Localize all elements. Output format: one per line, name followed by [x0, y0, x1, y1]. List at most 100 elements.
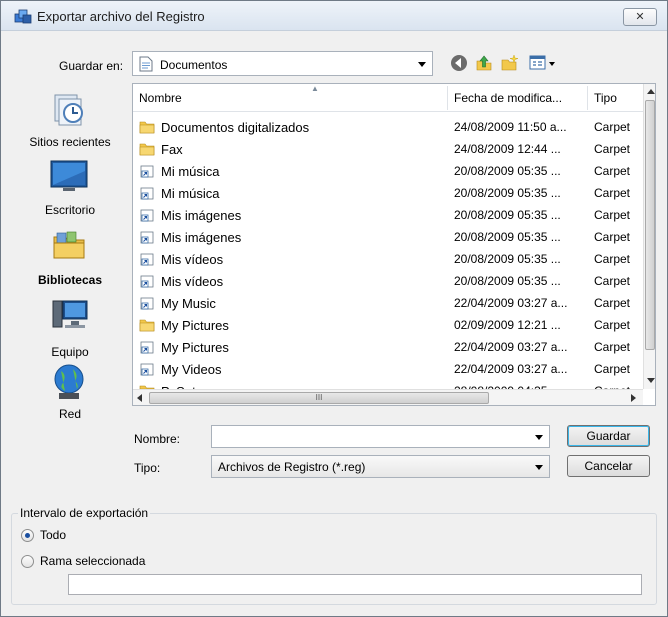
scroll-left-icon[interactable] — [137, 394, 142, 402]
column-divider[interactable] — [587, 86, 588, 110]
radio-all-label[interactable]: Todo — [40, 528, 66, 542]
file-type: Carpet — [594, 318, 631, 332]
file-name: Mi música — [161, 164, 220, 179]
shortcut-icon — [140, 297, 154, 310]
shortcut-icon — [140, 187, 154, 200]
radio-selected-branch[interactable] — [21, 555, 34, 568]
up-folder-icon[interactable] — [475, 54, 493, 72]
file-row[interactable]: My Pictures 22/04/2009 03:27 a... Carpet — [133, 336, 643, 358]
file-date: 20/08/2009 05:35 ... — [454, 186, 561, 200]
file-type: Carpet — [594, 208, 631, 222]
file-type: Carpet — [594, 274, 631, 288]
file-list[interactable]: ▲ Nombre Fecha de modifica... Tipo Docum… — [132, 83, 656, 406]
file-type: Carpet — [594, 362, 631, 376]
file-row[interactable]: Mis vídeos 20/08/2009 05:35 ... Carpet — [133, 270, 643, 292]
file-type: Carpet — [594, 252, 631, 266]
file-name: Mis vídeos — [161, 252, 224, 267]
file-name: Fax — [161, 142, 183, 157]
column-header-name[interactable]: Nombre — [139, 91, 182, 105]
file-row[interactable]: Fax 24/08/2009 12:44 ... Carpet — [133, 138, 643, 160]
file-type: Carpet — [594, 142, 631, 156]
vertical-scrollbar[interactable] — [643, 84, 655, 389]
file-date: 22/04/2009 03:27 a... — [454, 340, 568, 354]
file-date: 24/08/2009 11:50 a... — [454, 120, 567, 134]
file-list-header: ▲ Nombre Fecha de modifica... Tipo — [133, 84, 643, 112]
column-header-date[interactable]: Fecha de modifica... — [454, 91, 562, 105]
close-icon: ✕ — [635, 11, 645, 23]
file-row[interactable]: My Pictures 02/09/2009 12:21 ... Carpet — [133, 314, 643, 336]
title-bar[interactable]: Exportar archivo del Registro ✕ — [1, 1, 667, 31]
horizontal-scroll-thumb[interactable]: III — [149, 392, 489, 404]
libraries-icon — [53, 231, 85, 259]
save-in-value: Documentos — [160, 58, 228, 72]
file-type: Carpet — [594, 296, 631, 310]
file-date: 24/08/2009 12:44 ... — [454, 142, 561, 156]
shortcut-icon — [140, 363, 154, 376]
folder-icon — [139, 319, 155, 332]
view-menu-icon[interactable] — [529, 54, 557, 72]
file-name: Mi música — [161, 186, 220, 201]
file-date: 20/08/2009 05:35 ... — [454, 164, 561, 178]
shortcut-icon — [140, 165, 154, 178]
file-date: 02/09/2009 12:21 ... — [454, 318, 561, 332]
vertical-scroll-thumb[interactable] — [645, 100, 655, 350]
file-row[interactable]: Mis vídeos 20/08/2009 05:35 ... Carpet — [133, 248, 643, 270]
file-row[interactable]: Documentos digitalizados 24/08/2009 11:50… — [133, 116, 643, 138]
place-label: Equipo — [51, 345, 89, 359]
export-range-title: Intervalo de exportación — [18, 506, 151, 520]
branch-path-input[interactable] — [68, 574, 642, 595]
shortcut-icon — [140, 231, 154, 244]
file-name: Mis imágenes — [161, 208, 242, 223]
file-type: Carpet — [594, 120, 631, 134]
place-label: Bibliotecas — [37, 273, 103, 287]
shortcut-icon — [140, 253, 154, 266]
save-in-dropdown[interactable]: Documentos — [132, 51, 433, 76]
file-date: 20/08/2009 05:35 ... — [454, 252, 561, 266]
cancel-button[interactable]: Cancelar — [567, 455, 650, 477]
file-row[interactable]: My Videos 22/04/2009 03:27 a... Carpet — [133, 358, 643, 380]
places-bar: Sitios recientes Escritorio Bibliotecas — [15, 83, 125, 423]
chevron-down-icon — [418, 61, 426, 67]
file-name: Documentos digitalizados — [161, 120, 310, 135]
column-header-type[interactable]: Tipo — [594, 91, 617, 105]
horizontal-scrollbar[interactable]: III — [133, 389, 643, 405]
file-date: 22/04/2009 03:27 a... — [454, 362, 568, 376]
file-date: 20/08/2009 05:35 ... — [454, 208, 561, 222]
file-name: My Videos — [161, 362, 222, 377]
new-folder-icon[interactable] — [501, 54, 519, 72]
save-button[interactable]: Guardar — [567, 425, 650, 447]
save-in-label: Guardar en: — [59, 59, 124, 73]
radio-all[interactable] — [21, 529, 34, 542]
place-label: Escritorio — [44, 203, 95, 217]
file-name: My Pictures — [161, 340, 229, 355]
grip-icon: III — [315, 393, 323, 402]
shortcut-icon — [140, 209, 154, 222]
recent-places-icon — [54, 94, 83, 126]
export-registry-dialog: Exportar archivo del Registro ✕ Guardar … — [0, 0, 668, 617]
back-icon[interactable] — [450, 54, 468, 72]
file-row[interactable]: Mi música 20/08/2009 05:35 ... Carpet — [133, 182, 643, 204]
scroll-right-icon[interactable] — [631, 394, 636, 402]
folder-icon — [139, 121, 155, 134]
chevron-down-icon[interactable] — [535, 434, 543, 440]
sort-ascending-icon: ▲ — [311, 84, 319, 93]
file-date: 22/04/2009 03:27 a... — [454, 296, 568, 310]
file-row[interactable]: Mi música 20/08/2009 05:35 ... Carpet — [133, 160, 643, 182]
folder-icon — [139, 143, 155, 156]
file-row[interactable]: Mis imágenes 20/08/2009 05:35 ... Carpet — [133, 204, 643, 226]
column-divider[interactable] — [447, 86, 448, 110]
close-button[interactable]: ✕ — [623, 8, 657, 26]
radio-selected-branch-label[interactable]: Rama seleccionada — [40, 554, 145, 568]
file-date: 20/08/2009 05:35 ... — [454, 230, 561, 244]
shortcut-icon — [140, 341, 154, 354]
export-range-group: Intervalo de exportación Todo Rama selec… — [11, 506, 657, 605]
file-row[interactable]: Mis imágenes 20/08/2009 05:35 ... Carpet — [133, 226, 643, 248]
scroll-up-icon[interactable] — [647, 89, 655, 94]
filename-input[interactable] — [211, 425, 550, 448]
filetype-dropdown[interactable]: Archivos de Registro (*.reg) — [211, 455, 550, 478]
file-date: 20/08/2009 05:35 ... — [454, 274, 561, 288]
scroll-down-icon[interactable] — [647, 378, 655, 383]
file-row[interactable]: My Music 22/04/2009 03:27 a... Carpet — [133, 292, 643, 314]
network-icon — [54, 364, 84, 399]
chevron-down-icon — [535, 464, 543, 470]
